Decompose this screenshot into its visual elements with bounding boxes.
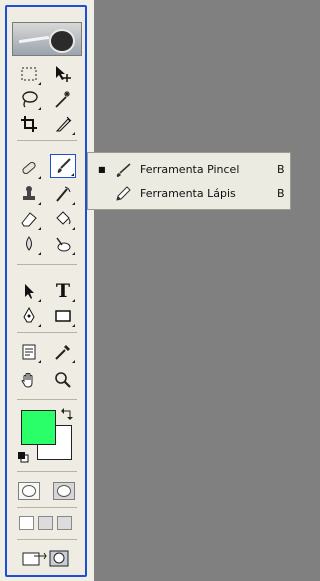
quill-icon: [18, 35, 50, 44]
dodge-icon[interactable]: [50, 232, 76, 256]
standard-mode-icon: [22, 485, 36, 497]
quick-mask-mode-button[interactable]: [53, 482, 75, 500]
toolbox-panel: T: [0, 0, 94, 581]
pen-icon[interactable]: [16, 304, 42, 328]
eyedropper-icon[interactable]: [50, 340, 76, 364]
lasso-icon[interactable]: [16, 87, 42, 111]
brush-icon: [116, 163, 131, 177]
magic-wand-icon[interactable]: [50, 87, 76, 111]
swap-colors-icon[interactable]: [60, 407, 74, 421]
eye-icon: [49, 29, 75, 53]
toolbox-divider: [17, 332, 77, 333]
brush-tool-flyout-menu: ■ Ferramenta Pincel B Ferramenta Lápis B: [87, 152, 291, 210]
zoom-icon[interactable]: [50, 368, 76, 392]
menu-item-brush-tool[interactable]: ■ Ferramenta Pincel B: [88, 160, 292, 180]
menu-item-label: Ferramenta Pincel: [140, 163, 240, 176]
type-tool-glyph: T: [55, 280, 71, 302]
full-screen-mode-icon[interactable]: [57, 516, 72, 530]
healing-brush-icon[interactable]: [16, 156, 42, 180]
toolbox-divider: [17, 471, 77, 472]
toolbox-divider: [17, 507, 77, 508]
full-screen-menu-mode-icon[interactable]: [38, 516, 53, 530]
standard-mode-button[interactable]: [18, 482, 40, 500]
history-brush-icon[interactable]: [50, 182, 76, 206]
selected-check-icon: ■: [98, 165, 106, 174]
jump-to-imageready-icon[interactable]: [20, 547, 76, 569]
brush-icon: [57, 158, 71, 173]
path-selection-icon[interactable]: [16, 279, 42, 303]
type-icon[interactable]: T: [50, 279, 76, 303]
rectangular-marquee-icon[interactable]: [16, 62, 42, 86]
slice-icon[interactable]: [50, 112, 76, 136]
photoshop-logo-header[interactable]: [12, 22, 82, 56]
eraser-icon[interactable]: [16, 207, 42, 231]
pencil-icon: [116, 186, 131, 201]
menu-item-shortcut: B: [277, 187, 285, 200]
toolbox-divider: [17, 264, 77, 265]
blur-icon[interactable]: [16, 232, 42, 256]
clone-stamp-icon[interactable]: [16, 182, 42, 206]
default-colors-icon[interactable]: [17, 451, 29, 463]
toolbox-divider: [17, 399, 77, 400]
quick-mask-icon: [57, 485, 71, 497]
crop-icon[interactable]: [16, 112, 42, 136]
foreground-color-swatch[interactable]: [21, 410, 56, 445]
menu-item-label: Ferramenta Lápis: [140, 187, 236, 200]
move-icon[interactable]: [50, 62, 76, 86]
paint-bucket-icon[interactable]: [50, 207, 76, 231]
notes-icon[interactable]: [16, 340, 42, 364]
toolbox-divider: [17, 140, 77, 141]
toolbox-divider: [17, 539, 77, 540]
menu-item-shortcut: B: [277, 163, 285, 176]
standard-screen-mode-icon[interactable]: [19, 516, 34, 530]
rectangle-shape-icon[interactable]: [50, 304, 76, 328]
hand-icon[interactable]: [16, 368, 42, 392]
menu-item-pencil-tool[interactable]: Ferramenta Lápis B: [88, 184, 292, 204]
brush-tool-button[interactable]: [50, 154, 76, 178]
